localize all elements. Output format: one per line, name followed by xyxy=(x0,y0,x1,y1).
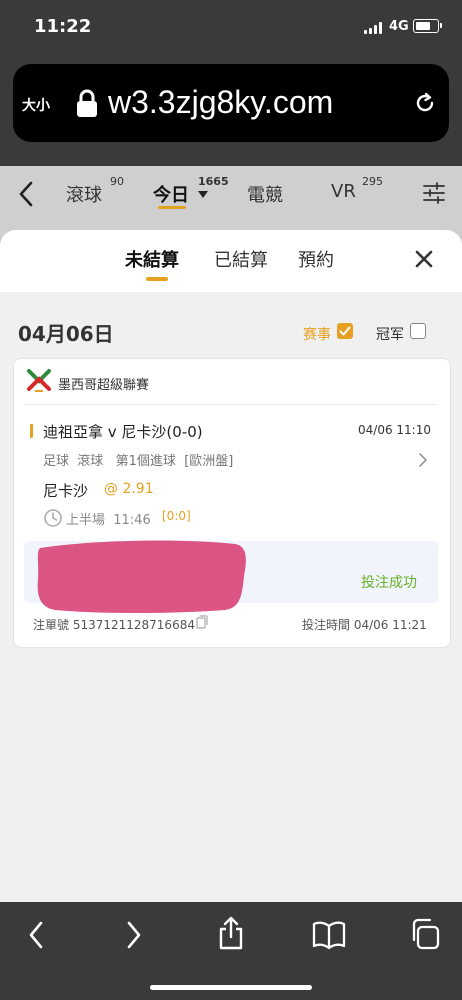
bet-slip-number: 注單號 5137121128716684 xyxy=(33,618,195,632)
bet-market-details: 足球 滾球 第1個進球 [歐洲盤] xyxy=(43,454,234,469)
champion-filter-label[interactable]: 冠军 xyxy=(376,324,404,344)
close-icon[interactable] xyxy=(414,249,434,269)
lock-icon xyxy=(77,89,97,117)
divider xyxy=(24,404,438,405)
chevron-right-icon[interactable] xyxy=(418,452,428,468)
bet-time: 投注時間 04/06 11:21 xyxy=(302,618,427,632)
nav-label: 滾球 xyxy=(66,185,102,206)
nav-item-vr[interactable]: VR 295 xyxy=(331,175,383,202)
liga-mx-logo-icon xyxy=(27,369,51,392)
tab-unsettled[interactable]: 未結算 xyxy=(125,246,179,272)
text-size-button[interactable]: 大小 xyxy=(22,95,50,115)
cellular-signal-icon xyxy=(364,22,384,34)
reload-icon[interactable] xyxy=(412,90,438,116)
event-filter-label[interactable]: 赛事 xyxy=(303,324,331,344)
league-name: 墨西哥超級聯賽 xyxy=(58,378,150,393)
nav-item-inplay[interactable]: 滾球 90 xyxy=(66,175,124,207)
back-chevron-icon[interactable] xyxy=(16,180,36,208)
tabs-icon[interactable] xyxy=(410,918,440,950)
event-checkbox[interactable] xyxy=(337,323,353,339)
live-score: [0:0] xyxy=(162,509,191,523)
nav-label: 電競 xyxy=(247,185,283,206)
copy-icon[interactable] xyxy=(196,615,208,629)
nav-label: VR xyxy=(331,181,356,202)
caret-down-icon[interactable] xyxy=(198,191,208,199)
home-indicator xyxy=(150,985,312,990)
clock: 11:22 xyxy=(34,16,92,37)
bet-selection: 尼卡沙 xyxy=(43,482,89,500)
redaction-mark xyxy=(37,540,246,613)
filter-sliders-icon[interactable] xyxy=(422,181,446,205)
browser-back-icon[interactable] xyxy=(26,920,46,950)
nav-count: 1665 xyxy=(198,175,229,188)
share-icon[interactable] xyxy=(216,915,246,951)
nav-item-today[interactable]: 今日 1665 xyxy=(153,175,229,207)
nav-count: 90 xyxy=(110,175,124,188)
nav-active-indicator xyxy=(158,206,186,209)
bookmarks-icon[interactable] xyxy=(312,920,346,950)
match-title: 迪祖亞拿 v 尼卡沙(0-0) xyxy=(43,423,203,441)
battery-icon xyxy=(413,19,442,33)
date-header: 04月06日 xyxy=(18,322,114,346)
match-period: 上半場 11:46 xyxy=(66,513,151,528)
network-type: 4G xyxy=(389,19,409,34)
checkmark-icon xyxy=(339,326,351,336)
bet-odds: @ 2.91 xyxy=(104,481,154,497)
match-time: 04/06 11:10 xyxy=(358,423,431,437)
nav-item-esports[interactable]: 電競 xyxy=(247,181,283,207)
url-text[interactable]: w3.3zjg8ky.com xyxy=(108,84,408,121)
bet-status: 投注成功 xyxy=(361,575,417,591)
tab-reserved[interactable]: 預約 xyxy=(298,246,334,272)
champion-checkbox[interactable] xyxy=(410,323,426,339)
clock-icon xyxy=(44,509,62,527)
tab-settled[interactable]: 已結算 xyxy=(214,246,268,272)
nav-count: 295 xyxy=(362,175,383,188)
match-marker xyxy=(30,424,33,438)
nav-label: 今日 xyxy=(153,185,189,206)
browser-forward-icon[interactable] xyxy=(124,920,144,950)
tab-active-indicator xyxy=(146,277,168,281)
